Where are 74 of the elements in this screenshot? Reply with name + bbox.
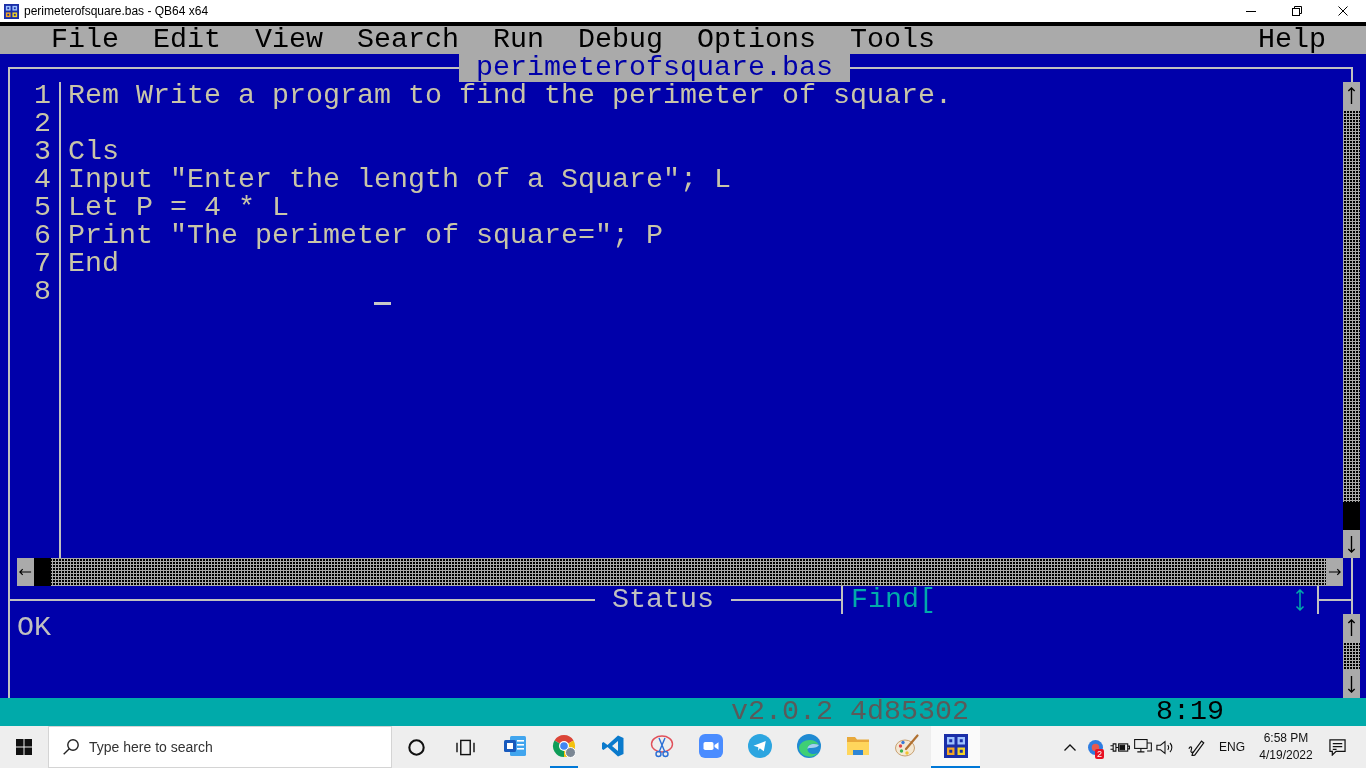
find-label: Find[ [851, 586, 936, 614]
search-box[interactable]: Type here to search [48, 726, 392, 768]
menu-item[interactable]: Search [340, 26, 476, 54]
arrow-right-icon[interactable] [1328, 568, 1341, 576]
app-icon [4, 3, 19, 19]
window-title: perimeterofsquare.bas - QB64 x64 [24, 3, 209, 19]
code-line: Print "The perimeter of square="; P [68, 222, 663, 250]
scroll-down-button[interactable] [1343, 670, 1360, 698]
close-icon[interactable] [1338, 6, 1348, 16]
file-name-title: perimeterofsquare.bas [459, 54, 850, 82]
minimize-icon[interactable] [1246, 10, 1256, 12]
menu-item[interactable]: Tools [833, 26, 952, 54]
code-line: Let P = 4 * L [68, 194, 289, 222]
clock-button[interactable]: 6:58 PM 4/19/2022 [1250, 726, 1322, 768]
palette-icon[interactable] [894, 734, 919, 758]
pen-icon[interactable] [1188, 738, 1206, 756]
scroll-down-button[interactable] [1343, 530, 1360, 558]
version-label: v2.0.2 4d85302 [731, 698, 969, 726]
paper-plane-icon[interactable] [747, 734, 772, 758]
ring-icon[interactable] [408, 738, 425, 756]
folder-icon[interactable] [845, 735, 870, 757]
menu-item[interactable]: Help [1241, 26, 1343, 54]
arrow-down-icon[interactable] [1347, 675, 1356, 693]
network-icon[interactable] [1134, 739, 1152, 755]
up-down-arrow-icon[interactable] [1295, 589, 1305, 611]
scrollbar-thumb[interactable] [34, 558, 51, 586]
scissors-icon[interactable] [649, 734, 674, 758]
line-number: 2 [34, 110, 51, 138]
cursor-position: 8:19 [1156, 698, 1224, 726]
line-number: 1 [34, 82, 51, 110]
wave-icon[interactable] [796, 734, 821, 758]
menu-item[interactable]: Run [476, 26, 561, 54]
search-icon[interactable] [63, 739, 79, 755]
code-line: End [68, 250, 119, 278]
line-number: 5 [34, 194, 51, 222]
arrow-up-icon[interactable] [1347, 87, 1356, 105]
taskbar-app-button[interactable] [931, 726, 980, 768]
document-icon[interactable] [502, 734, 527, 758]
tricolor-circle-icon[interactable] [551, 734, 576, 758]
speaker-icon[interactable] [1156, 739, 1174, 755]
line-number: 8 [34, 278, 51, 306]
code-line: Input "Enter the length of a Square"; L [68, 166, 731, 194]
start-icon[interactable] [16, 739, 32, 755]
arrow-left-icon[interactable] [19, 568, 32, 576]
ribbon-icon[interactable] [600, 734, 625, 758]
text-cursor [374, 302, 391, 305]
task-view-icon[interactable] [456, 738, 475, 756]
status-message: OK [17, 614, 51, 642]
menu-item[interactable]: View [238, 26, 340, 54]
scroll-up-button[interactable] [1343, 82, 1360, 110]
restore-icon[interactable] [1292, 6, 1302, 16]
video-camera-icon[interactable] [698, 734, 723, 758]
code-line: Cls [68, 138, 119, 166]
app-icon[interactable] [943, 734, 968, 758]
status-panel-title: Status [612, 586, 714, 614]
notification-icon[interactable] [1328, 738, 1346, 756]
line-number: 6 [34, 222, 51, 250]
chevron-up-icon[interactable] [1064, 743, 1076, 751]
arrow-up-icon[interactable] [1347, 619, 1356, 637]
menu-item[interactable]: Debug [561, 26, 680, 54]
arrow-down-icon[interactable] [1347, 535, 1356, 553]
menu-item[interactable]: File [34, 26, 136, 54]
scroll-up-button[interactable] [1343, 614, 1360, 642]
code-line: Rem Write a program to find the perimeter of square. [68, 82, 952, 110]
language-indicator[interactable]: ENG [1214, 738, 1250, 756]
plug-battery-icon[interactable] [1110, 740, 1130, 754]
scrollbar-thumb[interactable] [1343, 502, 1360, 530]
search-field[interactable]: Type here to search [89, 736, 383, 758]
line-number: 4 [34, 166, 51, 194]
menu-item[interactable]: Options [680, 26, 833, 54]
line-number: 7 [34, 250, 51, 278]
count-badge: 2 [1095, 749, 1104, 759]
menu-item[interactable]: Edit [136, 26, 238, 54]
line-number: 3 [34, 138, 51, 166]
